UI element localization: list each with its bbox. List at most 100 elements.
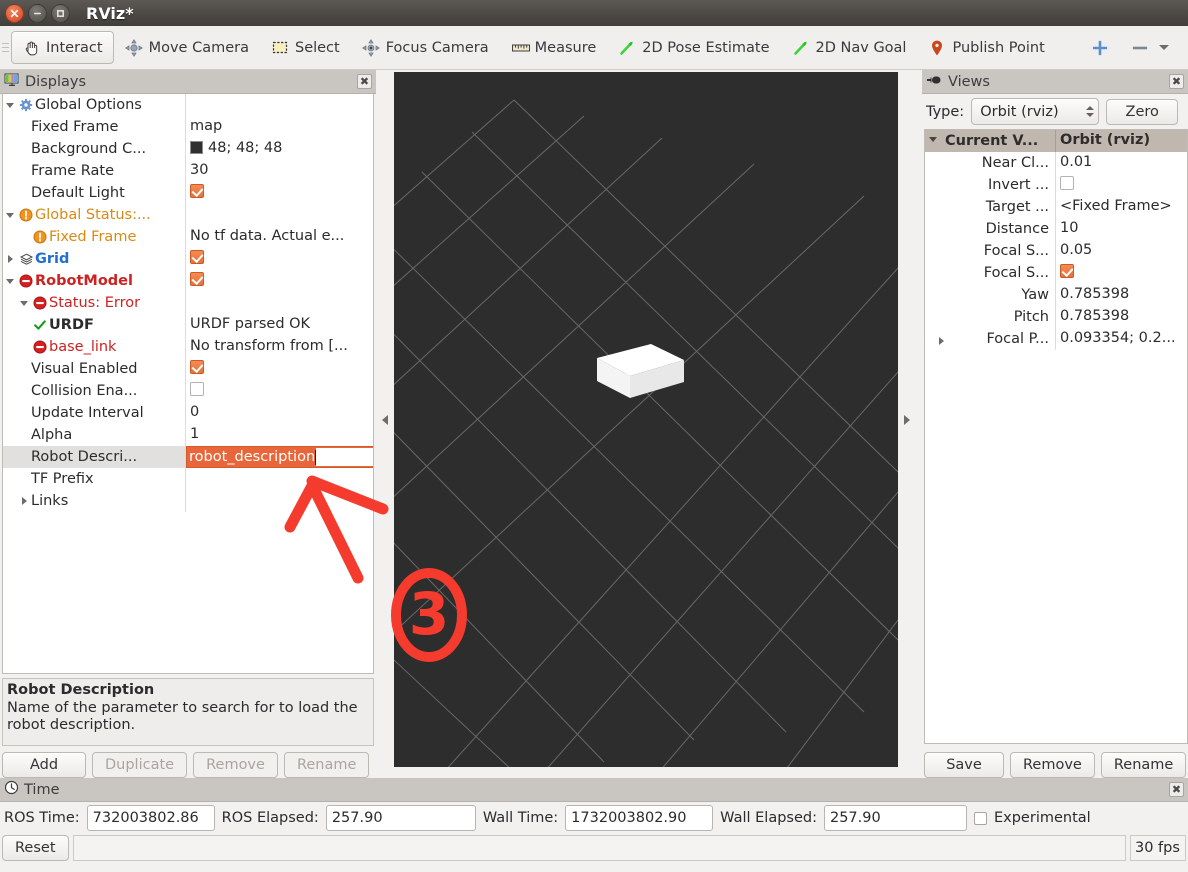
views-row-value[interactable]: <Fixed Frame> bbox=[1055, 196, 1187, 218]
tree-row-update-interval[interactable]: Update Interval 0 bbox=[3, 402, 373, 424]
toolbar-drag-handle[interactable] bbox=[2, 33, 9, 63]
spinner-arrows-icon[interactable] bbox=[1078, 106, 1095, 117]
tree-value[interactable] bbox=[185, 182, 373, 204]
tool-measure[interactable]: Measure bbox=[500, 31, 608, 64]
tree-value[interactable] bbox=[185, 380, 373, 402]
collision-enabled-checkbox[interactable] bbox=[190, 382, 204, 396]
displays-tree[interactable]: Global Options Fixed Frame map Backgroun… bbox=[2, 94, 374, 674]
tree-row-robot-description[interactable]: Robot Descri... robot_description bbox=[3, 446, 373, 468]
views-row-near-clip[interactable]: Near Cl... 0.01 bbox=[925, 152, 1187, 174]
tree-row-base-link[interactable]: base_link No transform from [... bbox=[3, 336, 373, 358]
chevron-down-icon[interactable] bbox=[929, 137, 937, 142]
views-row-pitch[interactable]: Pitch 0.785398 bbox=[925, 306, 1187, 328]
views-row-value[interactable]: 0.785398 bbox=[1055, 284, 1187, 306]
views-row-focal-shape-size[interactable]: Focal S... 0.05 bbox=[925, 240, 1187, 262]
tree-row-status-fixed-frame[interactable]: Fixed Frame No tf data. Actual e... bbox=[3, 226, 373, 248]
chevron-down-icon[interactable] bbox=[3, 278, 17, 284]
save-view-button[interactable]: Save bbox=[924, 752, 1004, 778]
tree-value[interactable] bbox=[185, 270, 373, 292]
rename-view-button[interactable]: Rename bbox=[1100, 752, 1187, 778]
focal-shape-fixed-checkbox[interactable] bbox=[1060, 264, 1074, 278]
tree-row-alpha[interactable]: Alpha 1 bbox=[3, 424, 373, 446]
tree-value[interactable] bbox=[185, 292, 373, 314]
experimental-checkbox[interactable] bbox=[973, 811, 987, 825]
grid-enabled-checkbox[interactable] bbox=[190, 250, 204, 264]
tree-value[interactable]: 0 bbox=[185, 402, 373, 424]
tool-visibility-button[interactable] bbox=[1180, 31, 1188, 64]
views-row-value[interactable]: 0.05 bbox=[1055, 240, 1187, 262]
displays-close-icon[interactable]: ✖ bbox=[357, 74, 372, 89]
chevron-right-icon[interactable] bbox=[939, 337, 944, 345]
wall-elapsed-field[interactable]: 257.90 bbox=[823, 805, 967, 831]
tree-value[interactable]: URDF parsed OK bbox=[185, 314, 373, 336]
tree-value[interactable]: 48; 48; 48 bbox=[185, 138, 373, 160]
views-row-value[interactable]: 0.785398 bbox=[1055, 306, 1187, 328]
tool-focus-camera[interactable]: Focus Camera bbox=[351, 31, 500, 64]
tool-2d-nav-goal[interactable]: 2D Nav Goal bbox=[781, 31, 918, 64]
right-splitter-handle[interactable] bbox=[898, 72, 916, 767]
tree-value[interactable] bbox=[185, 468, 373, 490]
tree-row-grid[interactable]: Grid bbox=[3, 248, 373, 270]
chevron-down-icon[interactable] bbox=[3, 102, 17, 108]
chevron-down-icon[interactable] bbox=[1158, 45, 1169, 50]
invert-z-checkbox[interactable] bbox=[1060, 176, 1074, 190]
tree-row-visual-enabled[interactable]: Visual Enabled bbox=[3, 358, 373, 380]
tree-row-tf-prefix[interactable]: TF Prefix bbox=[3, 468, 373, 490]
tree-row-urdf[interactable]: URDF URDF parsed OK bbox=[3, 314, 373, 336]
views-row-focal-shape-fixed[interactable]: Focal S... bbox=[925, 262, 1187, 284]
tree-value[interactable]: No transform from [... bbox=[185, 336, 373, 358]
tree-value[interactable] bbox=[185, 94, 373, 116]
views-row-invert-z[interactable]: Invert ... bbox=[925, 174, 1187, 196]
remove-view-button[interactable]: Remove bbox=[1010, 752, 1095, 778]
tree-row-robotmodel[interactable]: RobotModel bbox=[3, 270, 373, 292]
tree-row-fixed-frame[interactable]: Fixed Frame map bbox=[3, 116, 373, 138]
tree-value[interactable]: No tf data. Actual e... bbox=[185, 226, 373, 248]
robot-description-input[interactable]: robot_description bbox=[186, 446, 373, 468]
add-display-button[interactable]: Add bbox=[2, 752, 86, 778]
chevron-right-icon[interactable] bbox=[3, 255, 17, 263]
tree-value[interactable]: map bbox=[185, 116, 373, 138]
tool-remove-button[interactable] bbox=[1120, 31, 1180, 64]
tree-row-background-color[interactable]: Background C... 48; 48; 48 bbox=[3, 138, 373, 160]
tool-publish-point[interactable]: Publish Point bbox=[917, 31, 1055, 64]
tree-value[interactable] bbox=[185, 248, 373, 270]
views-tree[interactable]: Current V... Orbit (rviz) Near Cl... 0.0… bbox=[924, 129, 1188, 744]
views-row-focal-point[interactable]: Focal P... 0.093354; 0.2... bbox=[925, 328, 1187, 350]
input-empty-area[interactable] bbox=[316, 448, 373, 466]
views-row-yaw[interactable]: Yaw 0.785398 bbox=[925, 284, 1187, 306]
robotmodel-enabled-checkbox[interactable] bbox=[190, 272, 204, 286]
wall-time-field[interactable]: 1732003802.90 bbox=[565, 805, 714, 831]
tool-add-button[interactable] bbox=[1080, 31, 1120, 64]
tree-row-collision-enabled[interactable]: Collision Ena... bbox=[3, 380, 373, 402]
views-row-value[interactable] bbox=[1055, 174, 1187, 196]
default-light-checkbox[interactable] bbox=[190, 184, 204, 198]
tool-select[interactable]: Select bbox=[260, 31, 351, 64]
window-minimize-button[interactable] bbox=[28, 3, 47, 23]
time-close-icon[interactable]: ✖ bbox=[1169, 782, 1184, 797]
tree-value[interactable]: 30 bbox=[185, 160, 373, 182]
3d-render-view[interactable] bbox=[394, 72, 898, 767]
tree-row-global-status[interactable]: Global Status:... bbox=[3, 204, 373, 226]
tree-row-status-error[interactable]: Status: Error bbox=[3, 292, 373, 314]
chevron-right-icon[interactable] bbox=[17, 497, 31, 505]
chevron-down-icon[interactable] bbox=[17, 300, 31, 306]
tree-row-global-options[interactable]: Global Options bbox=[3, 94, 373, 116]
ros-time-field[interactable]: 732003802.86 bbox=[86, 805, 215, 831]
tree-row-frame-rate[interactable]: Frame Rate 30 bbox=[3, 160, 373, 182]
tree-row-links[interactable]: Links bbox=[3, 490, 373, 512]
ros-elapsed-field[interactable]: 257.90 bbox=[325, 805, 476, 831]
tree-value[interactable] bbox=[185, 204, 373, 226]
chevron-down-icon[interactable] bbox=[3, 212, 17, 218]
views-row-value[interactable]: 0.093354; 0.2... bbox=[1055, 328, 1187, 350]
tool-interact[interactable]: Interact bbox=[11, 31, 114, 64]
views-row-distance[interactable]: Distance 10 bbox=[925, 218, 1187, 240]
reset-button[interactable]: Reset bbox=[2, 835, 69, 861]
tool-2d-pose-estimate[interactable]: 2D Pose Estimate bbox=[607, 31, 780, 64]
views-close-icon[interactable]: ✖ bbox=[1169, 74, 1184, 89]
views-row-value[interactable]: 0.01 bbox=[1055, 152, 1187, 174]
window-maximize-button[interactable] bbox=[51, 3, 70, 23]
views-row-value[interactable]: 10 bbox=[1055, 218, 1187, 240]
tool-move-camera[interactable]: Move Camera bbox=[114, 31, 260, 64]
visual-enabled-checkbox[interactable] bbox=[190, 360, 204, 374]
views-row-value[interactable] bbox=[1055, 262, 1187, 284]
